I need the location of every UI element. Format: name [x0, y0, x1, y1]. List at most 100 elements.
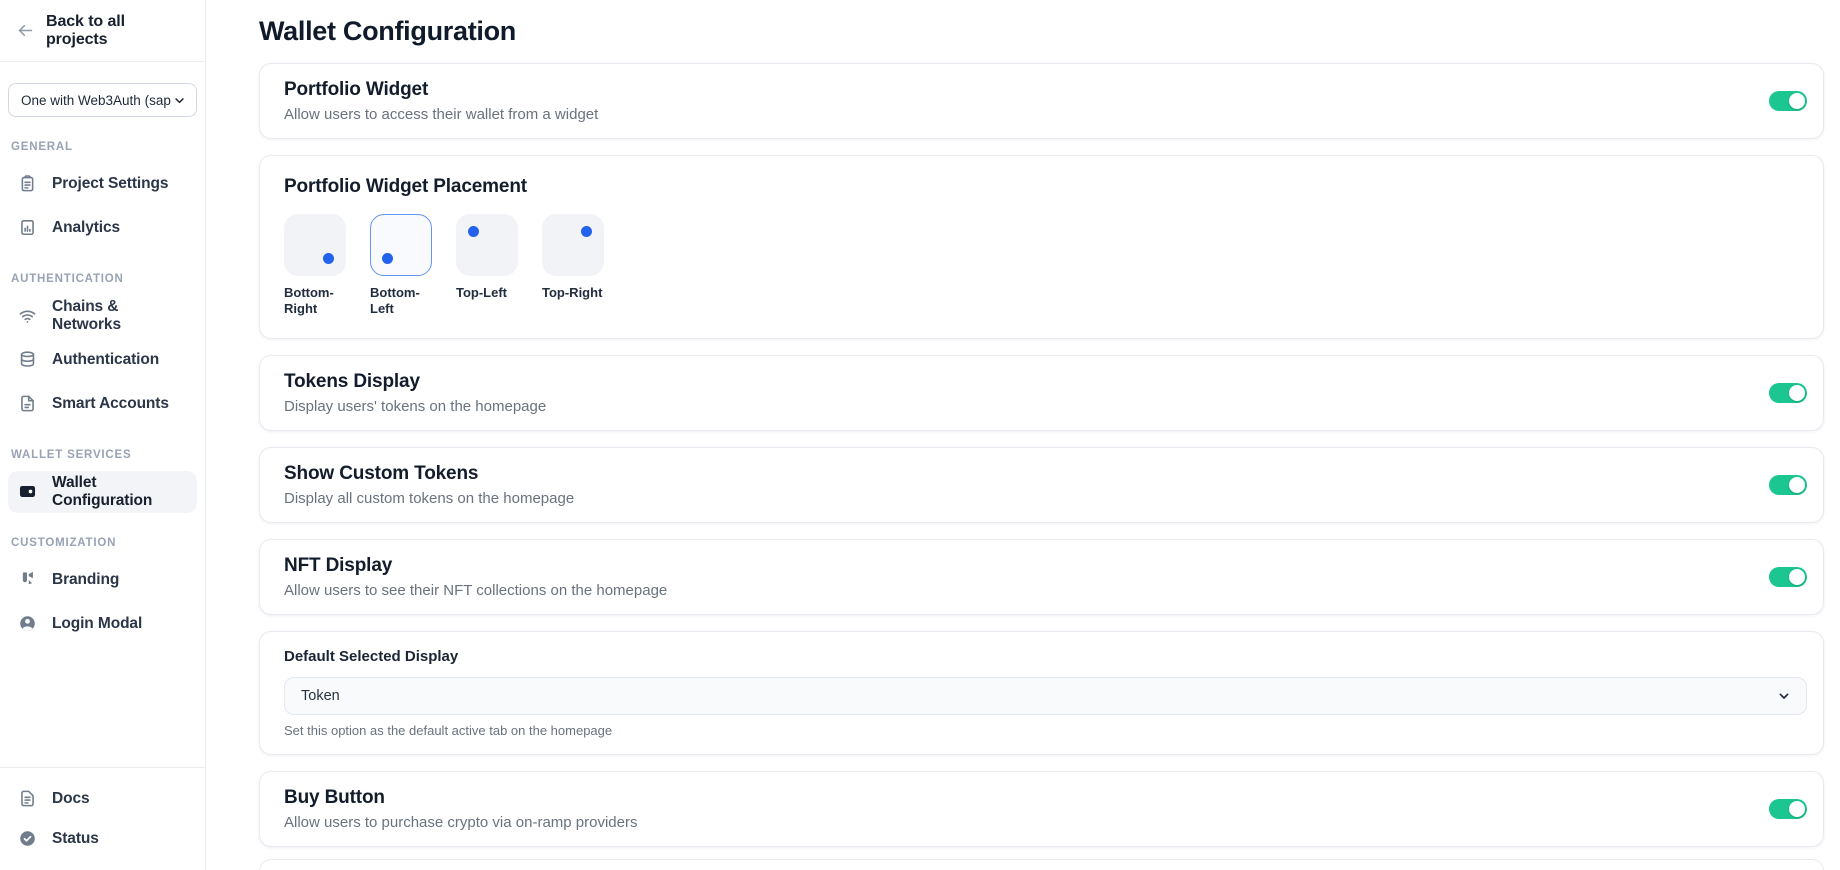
arrow-left-icon: [16, 21, 35, 40]
chevron-down-icon: [172, 93, 187, 108]
placement-label: Top-Right: [542, 285, 604, 301]
field-helper-text: Set this option as the default active ta…: [284, 723, 1807, 738]
select-value: Token: [301, 688, 340, 704]
database-icon: [18, 350, 38, 370]
buy-button-toggle[interactable]: [1769, 799, 1807, 819]
brush-icon: [18, 570, 38, 590]
sidebar: Back to all projects One with Web3Auth (…: [0, 0, 206, 870]
main-content: Wallet Configuration Portfolio Widget Al…: [206, 0, 1840, 870]
card-title: Portfolio Widget Placement: [284, 176, 1807, 198]
file-icon: [18, 394, 38, 414]
placement-options: Bottom-Right Bottom-Left Top-Left: [284, 214, 1807, 318]
default-display-select[interactable]: Token: [284, 677, 1807, 715]
nft-display-toggle[interactable]: [1769, 567, 1807, 587]
analytics-icon: [18, 218, 38, 238]
tokens-display-toggle[interactable]: [1769, 383, 1807, 403]
placement-dot-icon: [382, 253, 393, 264]
app-window: Back to all projects One with Web3Auth (…: [0, 0, 1840, 870]
sidebar-item-wallet-configuration[interactable]: Wallet Configuration: [8, 471, 197, 513]
buy-button-text: Buy Button Allow users to purchase crypt…: [284, 787, 637, 831]
sidebar-item-label: Branding: [52, 571, 119, 589]
sidebar-item-docs[interactable]: Docs: [8, 780, 197, 818]
clipboard-icon: [18, 174, 38, 194]
buy-button-card: Buy Button Allow users to purchase crypt…: [259, 771, 1824, 847]
toggle-knob: [1789, 801, 1805, 817]
sidebar-item-label: Authentication: [52, 351, 159, 369]
wifi-icon: [18, 306, 38, 326]
project-selector-value: One with Web3Auth (sap: [21, 93, 171, 108]
placement-tile-top-right[interactable]: [542, 214, 604, 276]
sidebar-item-analytics[interactable]: Analytics: [8, 207, 197, 249]
sidebar-item-label: Wallet Configuration: [52, 474, 187, 510]
field-label: Default Selected Display: [284, 648, 1807, 665]
sidebar-item-branding[interactable]: Branding: [8, 559, 197, 601]
tokens-display-card: Tokens Display Display users' tokens on …: [259, 355, 1824, 431]
placement-dot-icon: [468, 226, 479, 237]
placement-label: Top-Left: [456, 285, 518, 301]
tokens-display-text: Tokens Display Display users' tokens on …: [284, 371, 546, 415]
sidebar-item-status[interactable]: Status: [8, 820, 197, 858]
card-description: Display users' tokens on the homepage: [284, 398, 546, 415]
sidebar-item-label: Analytics: [52, 219, 120, 237]
project-selector-dropdown[interactable]: One with Web3Auth (sap: [8, 83, 197, 117]
placement-option-top-left: Top-Left: [456, 214, 518, 318]
toggle-knob: [1789, 477, 1805, 493]
show-custom-tokens-text: Show Custom Tokens Display all custom to…: [284, 463, 574, 507]
show-custom-tokens-card: Show Custom Tokens Display all custom to…: [259, 447, 1824, 523]
section-label-general: GENERAL: [11, 141, 193, 153]
placement-dot-icon: [323, 253, 334, 264]
placement-option-bottom-right: Bottom-Right: [284, 214, 346, 318]
toggle-knob: [1789, 385, 1805, 401]
wallet-icon: [18, 482, 38, 502]
card-description: Allow users to access their wallet from …: [284, 106, 598, 123]
card-title: Buy Button: [284, 787, 637, 809]
placement-option-top-right: Top-Right: [542, 214, 604, 318]
card-description: Allow users to purchase crypto via on-ra…: [284, 814, 637, 831]
portfolio-widget-toggle[interactable]: [1769, 91, 1807, 111]
card-title: Portfolio Widget: [284, 79, 598, 101]
placement-label: Bottom-Right: [284, 285, 346, 318]
card-description: Allow users to see their NFT collections…: [284, 582, 667, 599]
next-card-partial: [259, 859, 1824, 870]
sidebar-item-label: Smart Accounts: [52, 395, 169, 413]
placement-tile-bottom-left[interactable]: [370, 214, 432, 276]
sidebar-item-label: Status: [52, 830, 99, 848]
back-to-projects-link[interactable]: Back to all projects: [0, 0, 205, 62]
placement-tile-top-left[interactable]: [456, 214, 518, 276]
sidebar-item-smart-accounts[interactable]: Smart Accounts: [8, 383, 197, 425]
sidebar-footer: Docs Status: [0, 767, 205, 870]
sidebar-item-label: Chains & Networks: [52, 298, 187, 334]
portfolio-widget-card: Portfolio Widget Allow users to access t…: [259, 63, 1824, 139]
placement-label: Bottom-Left: [370, 285, 432, 318]
status-check-icon: [18, 829, 38, 849]
sidebar-nav: GENERAL Project Settings Analytics AUTHE…: [0, 117, 205, 647]
sidebar-item-login-modal[interactable]: Login Modal: [8, 603, 197, 645]
placement-card: Portfolio Widget Placement Bottom-Right …: [259, 155, 1824, 339]
sidebar-item-label: Login Modal: [52, 615, 142, 633]
show-custom-tokens-toggle[interactable]: [1769, 475, 1807, 495]
card-title: NFT Display: [284, 555, 667, 577]
sidebar-item-label: Docs: [52, 790, 90, 808]
toggle-knob: [1789, 569, 1805, 585]
sidebar-item-authentication[interactable]: Authentication: [8, 339, 197, 381]
default-selected-display-card: Default Selected Display Token Set this …: [259, 631, 1824, 755]
card-description: Display all custom tokens on the homepag…: [284, 490, 574, 507]
sidebar-item-label: Project Settings: [52, 175, 168, 193]
nft-display-card: NFT Display Allow users to see their NFT…: [259, 539, 1824, 615]
section-label-customization: CUSTOMIZATION: [11, 537, 193, 549]
placement-dot-icon: [581, 226, 592, 237]
section-label-authentication: AUTHENTICATION: [11, 273, 193, 285]
sidebar-item-chains-networks[interactable]: Chains & Networks: [8, 295, 197, 337]
portfolio-widget-text: Portfolio Widget Allow users to access t…: [284, 79, 598, 123]
placement-option-bottom-left: Bottom-Left: [370, 214, 432, 318]
back-to-projects-label: Back to all projects: [46, 13, 189, 49]
page-title: Wallet Configuration: [259, 16, 1824, 47]
user-circle-icon: [18, 614, 38, 634]
doc-icon: [18, 789, 38, 809]
chevron-down-icon: [1776, 688, 1792, 704]
toggle-knob: [1789, 93, 1805, 109]
nft-display-text: NFT Display Allow users to see their NFT…: [284, 555, 667, 599]
card-title: Show Custom Tokens: [284, 463, 574, 485]
placement-tile-bottom-right[interactable]: [284, 214, 346, 276]
sidebar-item-project-settings[interactable]: Project Settings: [8, 163, 197, 205]
